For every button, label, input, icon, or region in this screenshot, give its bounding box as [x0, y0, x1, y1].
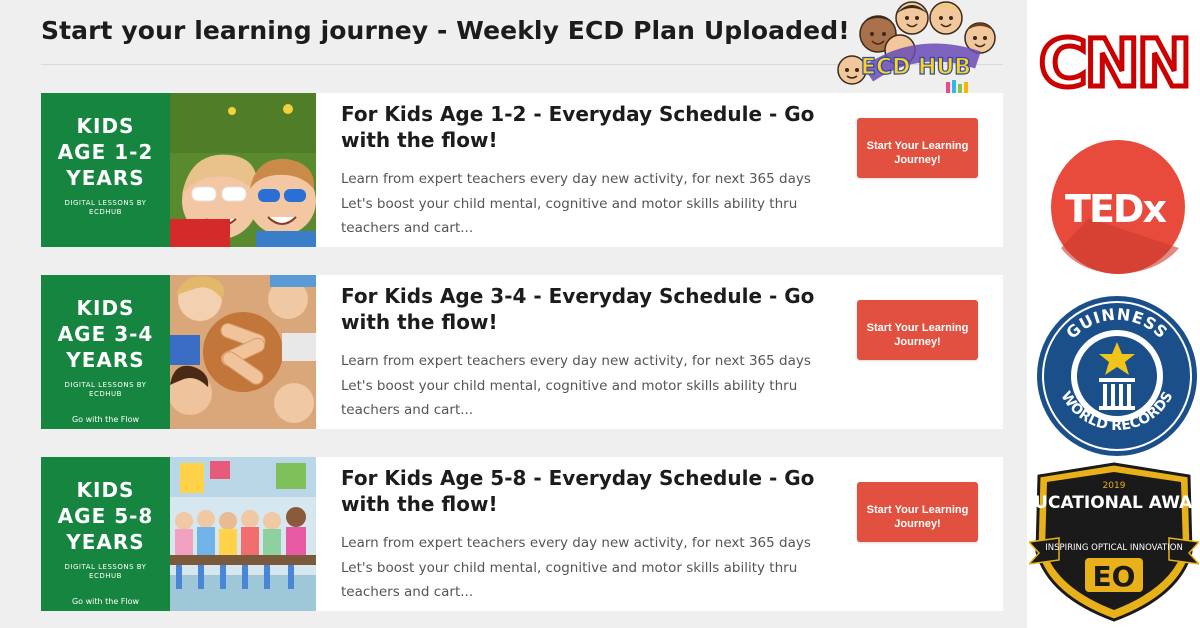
- course-description: Learn from expert teachers every day new…: [341, 167, 811, 241]
- thumb-flow-caption: Go with the Flow: [71, 415, 140, 424]
- thumb-line-3: YEARS: [66, 166, 145, 190]
- course-card-age-3-4[interactable]: KIDS AGE 3-4 YEARS DIGITAL LESSONS BY EC…: [41, 275, 1003, 429]
- course-title[interactable]: For Kids Age 5-8 - Everyday Schedule - G…: [341, 465, 821, 517]
- main-content: Start your learning journey - Weekly ECD…: [0, 0, 1027, 628]
- cnn-wordmark: CNN: [1039, 25, 1189, 102]
- course-desc-line: Learn from expert teachers every day new…: [341, 535, 811, 551]
- thumb-line-1: KIDS: [76, 296, 135, 320]
- start-journey-button[interactable]: Start Your Learning Journey!: [857, 482, 978, 542]
- thumb-subtitle: DIGITAL LESSONS BY ECDHUB: [64, 381, 147, 398]
- thumb-line-2: AGE 3-4: [57, 322, 154, 346]
- page-title: Start your learning journey - Weekly ECD…: [41, 16, 850, 45]
- thumb-line-3: YEARS: [66, 530, 145, 554]
- thumb-line-2: AGE 5-8: [57, 504, 154, 528]
- thumb-line-2: AGE 1-2: [57, 140, 154, 164]
- course-description: Learn from expert teachers every day new…: [341, 349, 811, 423]
- course-thumbnail-label: KIDS AGE 3-4 YEARS DIGITAL LESSONS BY EC…: [41, 275, 170, 429]
- course-desc-line: Let's boost your child mental, cognitive…: [341, 377, 798, 394]
- tedx-logo: TEDx: [1051, 140, 1185, 274]
- course-desc-line: Learn from expert teachers every day new…: [341, 171, 811, 187]
- press-logos-sidebar: CNN TEDx GUINNESS WORLD RECORDS 2019 EDU…: [1027, 0, 1200, 628]
- thumb-subtitle: DIGITAL LESSONS BY ECDHUB: [64, 563, 147, 580]
- award-title: EDUCATIONAL AWARD: [1029, 493, 1199, 513]
- course-desc-line: Let's boost your child mental, cognitive…: [341, 195, 798, 212]
- course-thumbnail-label: KIDS AGE 1-2 YEARS DIGITAL LESSONS BY EC…: [41, 93, 170, 247]
- course-photo-kids-classroom: [170, 457, 316, 611]
- course-title[interactable]: For Kids Age 3-4 - Everyday Schedule - G…: [341, 283, 821, 335]
- thumb-line-1: KIDS: [76, 478, 135, 502]
- award-year: 2019: [1103, 481, 1126, 491]
- course-card-age-5-8[interactable]: KIDS AGE 5-8 YEARS DIGITAL LESSONS BY EC…: [41, 457, 1003, 611]
- course-photo-kids-sunglasses: [170, 93, 316, 247]
- thumb-line-3: YEARS: [66, 348, 145, 372]
- start-journey-button[interactable]: Start Your Learning Journey!: [857, 118, 978, 178]
- ecd-hub-logo: ECD HUB: [837, 1, 996, 100]
- cnn-logo: CNN: [1037, 23, 1193, 103]
- start-journey-button[interactable]: Start Your Learning Journey!: [857, 300, 978, 360]
- ecd-hub-wordmark: ECD HUB: [861, 55, 971, 80]
- course-thumbnail-label: KIDS AGE 5-8 YEARS DIGITAL LESSONS BY EC…: [41, 457, 170, 611]
- course-desc-line: teachers and cart...: [341, 402, 474, 418]
- award-mark: EO: [1093, 560, 1136, 593]
- course-desc-line: teachers and cart...: [341, 584, 474, 600]
- thumb-line-1: KIDS: [76, 114, 135, 138]
- tedx-wordmark: TEDx: [1065, 187, 1166, 231]
- course-card-age-1-2[interactable]: KIDS AGE 1-2 YEARS DIGITAL LESSONS BY EC…: [41, 93, 1003, 247]
- course-description: Learn from expert teachers every day new…: [341, 531, 811, 605]
- course-photo-kids-hands: [170, 275, 316, 429]
- award-subtitle: INSPIRING OPTICAL INNOVATION: [1045, 543, 1183, 553]
- course-title[interactable]: For Kids Age 1-2 - Everyday Schedule - G…: [341, 101, 821, 153]
- course-desc-line: teachers and cart...: [341, 220, 474, 236]
- guinness-world-records-logo: GUINNESS WORLD RECORDS: [1037, 296, 1197, 456]
- educational-award-badge: 2019 EDUCATIONAL AWARD INSPIRING OPTICAL…: [1029, 462, 1199, 622]
- course-desc-line: Let's boost your child mental, cognitive…: [341, 559, 798, 576]
- thumb-flow-caption: Go with the Flow: [71, 597, 140, 606]
- thumb-subtitle: DIGITAL LESSONS BY ECDHUB: [64, 199, 147, 216]
- course-desc-line: Learn from expert teachers every day new…: [341, 353, 811, 369]
